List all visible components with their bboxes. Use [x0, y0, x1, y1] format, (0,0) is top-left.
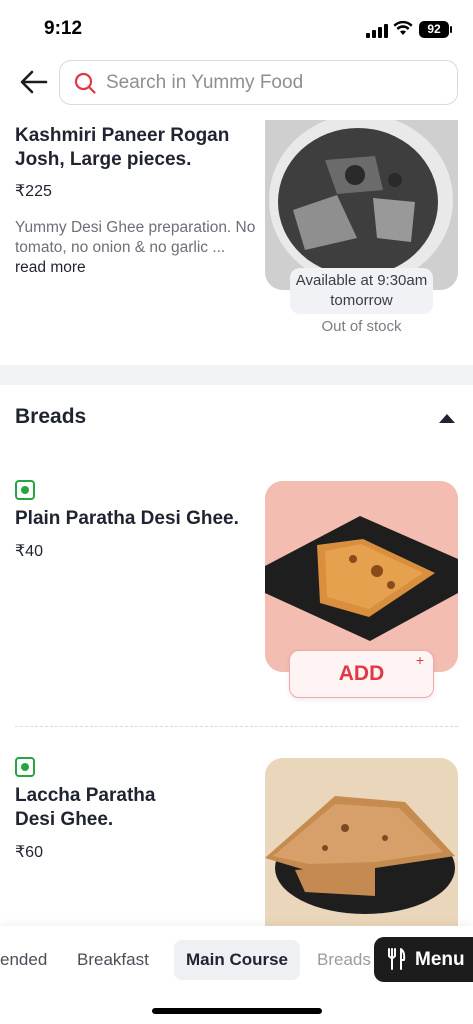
veg-icon	[15, 757, 35, 777]
category-tab-active[interactable]: Main Course	[174, 940, 301, 980]
dish-description-text: Yummy Desi Ghee preparation. No tomato, …	[15, 219, 256, 256]
dish-title: Kashmiri Paneer Rogan Josh, Large pieces…	[15, 125, 230, 170]
search-bar[interactable]	[59, 60, 458, 105]
add-button[interactable]: ADD +	[289, 650, 434, 698]
availability-badge: Available at 9:30am tomorrow	[290, 268, 433, 314]
item-title: Laccha Paratha Desi Ghee.	[15, 785, 156, 830]
item-image[interactable]	[265, 481, 458, 672]
back-arrow-icon[interactable]	[18, 68, 50, 96]
item-title: Plain Paratha Desi Ghee.	[15, 508, 239, 529]
menu-button[interactable]: Menu	[374, 937, 473, 982]
cellular-signal-icon	[366, 24, 388, 38]
home-indicator	[152, 1008, 322, 1014]
status-bar: 9:12 92	[0, 0, 473, 56]
dish-price: ₹225	[15, 183, 52, 200]
item-divider	[15, 726, 458, 727]
read-more-link[interactable]: read more	[15, 259, 86, 276]
collapse-caret-icon[interactable]	[438, 412, 456, 424]
item-image[interactable]	[265, 758, 458, 926]
category-tab[interactable]: Breads	[317, 950, 371, 970]
category-tab[interactable]: ended	[0, 950, 47, 970]
add-button-label: ADD	[338, 662, 385, 685]
stock-status: Out of stock	[321, 318, 402, 335]
wifi-icon	[393, 20, 413, 35]
section-title[interactable]: Breads	[15, 405, 86, 429]
menu-button-label: Menu	[415, 949, 465, 970]
cutlery-icon	[388, 948, 406, 970]
search-input[interactable]	[106, 71, 436, 95]
battery-icon: 92	[419, 21, 452, 38]
plus-icon: +	[415, 652, 424, 668]
status-time: 9:12	[44, 18, 83, 39]
item-price: ₹40	[15, 543, 43, 560]
section-divider	[0, 365, 473, 385]
search-icon	[74, 72, 96, 94]
category-bar: ended Breakfast Main Course Breads Menu	[0, 926, 473, 1024]
dish-description: Yummy Desi Ghee preparation. No tomato, …	[15, 218, 260, 278]
veg-icon	[15, 480, 35, 500]
category-tab[interactable]: Breakfast	[77, 950, 149, 970]
item-price: ₹60	[15, 844, 43, 861]
dish-image[interactable]	[265, 120, 458, 290]
